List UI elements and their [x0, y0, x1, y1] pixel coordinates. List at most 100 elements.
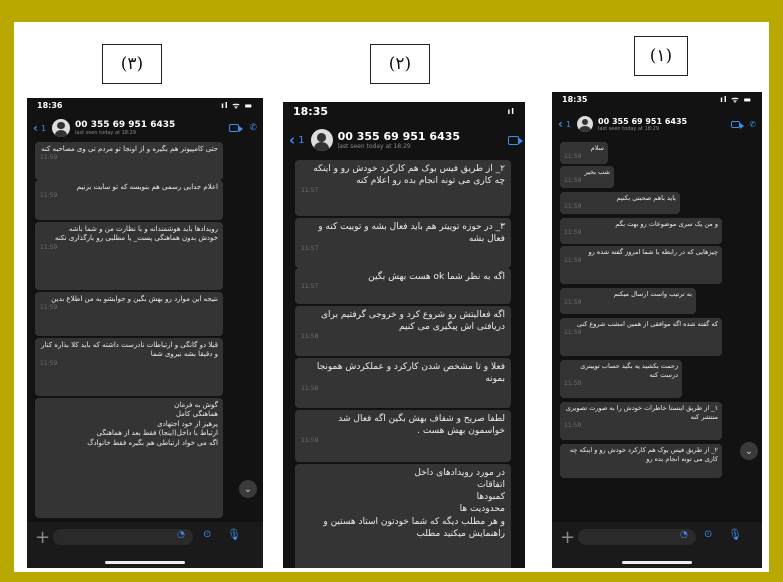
plus-icon[interactable]: + — [560, 527, 575, 548]
message-text: ۲_ از طریق فیس بوک هم کارکرد خودش رو و ا… — [313, 164, 505, 187]
message-bubble[interactable]: فعلا و تا مشخص شدن کارکرد و عملکردش همون… — [295, 358, 511, 408]
home-indicator — [105, 561, 185, 564]
message-text: اعلام جدایی رسمی هم بنویسه که تو سایت بز… — [76, 183, 218, 191]
scroll-down-button[interactable]: ⌄ — [740, 442, 758, 460]
microphone-icon[interactable]: 🎙 — [227, 528, 241, 541]
contact-name[interactable]: 00 355 69 951 6435 — [338, 130, 460, 143]
status-signal-icon: ıl — [507, 107, 515, 116]
phone-screen-1: 18:35 ıl ᯤ ▬ ‹ 1 00 355 69 951 6435 last… — [552, 92, 762, 568]
message-time: 11:59 — [40, 304, 58, 312]
message-text: شب بخیر — [584, 168, 610, 176]
contact-name[interactable]: 00 355 69 951 6435 — [75, 120, 175, 130]
message-text: فعلا و تا مشخص شدن کارکرد و عملکردش همون… — [316, 362, 505, 385]
message-bubble[interactable]: اگه فعالیتش رو شروع کرد و خروجی گرفتیم ب… — [295, 306, 511, 356]
status-signal-icon: ıl ᯤ ▬ — [720, 95, 752, 104]
message-input[interactable] — [53, 529, 193, 545]
message-time: 11:59 — [564, 421, 582, 429]
message-bubble[interactable]: و من یک سری موضوعات رو بهت بگم 11:59 — [560, 218, 722, 244]
message-bubble[interactable]: حتی کامپیوتر هم بگیره و از اونجا تو مردم… — [35, 142, 223, 180]
message-time: 11:59 — [564, 298, 582, 306]
scroll-down-button[interactable]: ⌄ — [239, 480, 257, 498]
camera-icon[interactable]: ⊙ — [704, 529, 712, 540]
message-text: ۲_ از طریق فیس بوک هم کارکرد خودش رو و ا… — [569, 446, 718, 463]
message-bubble[interactable]: اگه به نظر شما ok هست بهش بگین 11:57 — [295, 268, 511, 304]
label-screen-1: (۱) — [634, 36, 688, 76]
message-bubble[interactable]: قبلا دو گانگی و ارتباطات نادرست داشته که… — [35, 338, 223, 396]
message-time: 11:59 — [564, 328, 582, 336]
message-text: و من یک سری موضوعات رو بهت بگم — [615, 220, 718, 228]
sticker-icon[interactable]: ◔ — [680, 530, 688, 540]
message-time: 11:59 — [564, 228, 582, 236]
plus-icon[interactable]: + — [35, 527, 50, 548]
message-text: اگه فعالیتش رو شروع کرد و خروجی گرفتیم ب… — [321, 310, 505, 333]
avatar[interactable] — [310, 129, 333, 151]
message-time: 11:59 — [40, 192, 58, 200]
last-seen: last seen today at 18:29 — [75, 130, 136, 136]
status-time: 18:36 — [37, 101, 63, 110]
message-bubble[interactable]: اعلام جدایی رسمی هم بنویسه که تو سایت بز… — [35, 180, 223, 220]
message-text: ۳_ در حوزه توییتر هم باید فعال بشه و توی… — [318, 222, 505, 245]
video-call-icon[interactable] — [508, 135, 523, 145]
message-text: نتیجه این موارد رو بهش بگین و جوابشو به … — [51, 295, 218, 303]
contact-name[interactable]: 00 355 69 951 6435 — [598, 117, 687, 126]
status-time: 18:35 — [562, 95, 588, 104]
message-bubble[interactable]: به ترتیب واست ارسال میکنم 11:59 — [560, 288, 696, 314]
message-bubble[interactable]: نتیجه این موارد رو بهش بگین و جوابشو به … — [35, 292, 223, 336]
message-time: 11:59 — [564, 256, 582, 264]
message-time: 11:59 — [564, 379, 582, 387]
phone-call-icon[interactable]: ✆ — [249, 123, 257, 133]
message-bubble[interactable]: شب بخیر 11:59 — [560, 166, 614, 188]
message-bubble[interactable]: سلام 11:59 — [560, 142, 608, 164]
message-time: 11:59 — [564, 176, 582, 184]
message-bubble[interactable]: که گفته شده اگه موافقی از همین امشب شروع… — [560, 318, 722, 356]
message-time: 11:59 — [301, 437, 319, 445]
home-indicator — [622, 561, 692, 564]
message-time: 11:57 — [301, 187, 319, 195]
phone-screen-2: 18:35 ıl ‹ 1 00 355 69 951 6435 last see… — [283, 102, 525, 568]
message-input[interactable] — [578, 529, 696, 545]
message-bubble[interactable]: چیزهایی که در رابطه با شما امروز گفته شد… — [560, 246, 722, 284]
video-call-icon[interactable] — [731, 120, 745, 129]
status-signal-icon: ıl ᯤ ▬ — [221, 101, 253, 110]
back-chevron-icon[interactable]: ‹ — [558, 117, 563, 131]
message-bubble[interactable]: لطفا صریح و شفاف بهش بگین اگه فعال شد خو… — [295, 410, 511, 462]
phone-call-icon[interactable]: ✆ — [749, 120, 756, 129]
message-time: 11:59 — [40, 359, 58, 367]
message-text: رویدادها باید هوشمندانه و با نظارت من و … — [54, 225, 218, 243]
message-bubble[interactable]: ۱_ از طریق اینستا خاطرات خودش را به صورت… — [560, 402, 722, 440]
message-time: 11:59 — [564, 152, 582, 160]
figure-panel: (۳) (۲) (۱) 18:36 ıl ᯤ ▬ ‹ 1 00 355 69 9… — [14, 22, 769, 572]
message-bubble[interactable]: گوش به فرمان هماهنگی کامل پرهیز از خود ا… — [35, 398, 223, 518]
message-bubble[interactable]: باید باهم صحبتی بکنیم 11:59 — [560, 192, 680, 214]
phone-screen-3: 18:36 ıl ᯤ ▬ ‹ 1 00 355 69 951 6435 last… — [27, 98, 263, 568]
message-time: 11:57 — [301, 245, 319, 253]
avatar[interactable] — [52, 119, 71, 137]
message-text: زحمت بکشید یه بگید حساب توییتری درست کنه — [580, 362, 678, 379]
message-text: ۱_ از طریق اینستا خاطرات خودش را به صورت… — [565, 404, 718, 421]
message-bubble[interactable]: ۲_ از طریق فیس بوک هم کارکرد خودش رو و ا… — [560, 444, 722, 478]
back-count[interactable]: 1 — [298, 135, 304, 146]
message-time: 11:59 — [40, 154, 58, 162]
message-bubble[interactable]: ۳_ در حوزه توییتر هم باید فعال بشه و توی… — [295, 218, 511, 268]
message-text: اگه به نظر شما ok هست بهش بگین — [368, 272, 505, 282]
message-bubble[interactable]: ۲_ از طریق فیس بوک هم کارکرد خودش رو و ا… — [295, 160, 511, 216]
sticker-icon[interactable]: ◔ — [177, 530, 185, 540]
message-text: گوش به فرمان هماهنگی کامل پرهیز از خود ا… — [87, 401, 218, 447]
message-text: حتی کامپیوتر هم بگیره و از اونجا تو مردم… — [41, 145, 218, 153]
message-time: 11:57 — [301, 283, 319, 291]
video-call-icon[interactable] — [229, 124, 244, 132]
back-count[interactable]: 1 — [41, 124, 46, 133]
microphone-icon[interactable]: 🎙 — [728, 528, 742, 541]
message-bubble[interactable]: رویدادها باید هوشمندانه و با نظارت من و … — [35, 222, 223, 290]
message-text: لطفا صریح و شفاف بهش بگین اگه فعال شد خو… — [338, 414, 505, 437]
message-bubble[interactable]: در مورد رویدادهای داخل اتفاقات کمبودها م… — [295, 464, 511, 568]
message-bubble[interactable]: زحمت بکشید یه بگید حساب توییتری درست کنه… — [560, 360, 682, 398]
avatar[interactable] — [577, 116, 594, 132]
back-chevron-icon[interactable]: ‹ — [33, 121, 38, 135]
back-chevron-icon[interactable]: ‹ — [289, 131, 295, 149]
back-count[interactable]: 1 — [566, 120, 571, 129]
camera-icon[interactable]: ⊙ — [203, 529, 211, 540]
last-seen: last seen today at 18:29 — [337, 143, 411, 150]
message-text: چیزهایی که در رابطه با شما امروز گفته شد… — [588, 248, 718, 256]
message-text: قبلا دو گانگی و ارتباطات نادرست داشته که… — [41, 341, 218, 359]
